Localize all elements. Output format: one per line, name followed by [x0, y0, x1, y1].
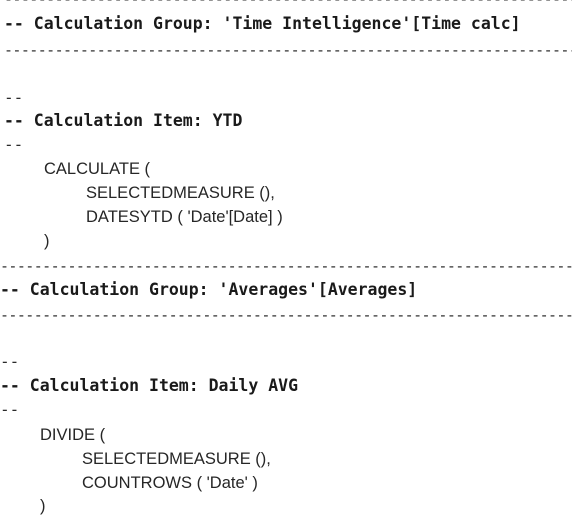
comment-line: -- — [4, 135, 24, 154]
code-line: DATESYTD ( 'Date'[Date] ) — [86, 208, 283, 226]
code-line: SELECTEDMEASURE (), — [86, 184, 275, 202]
code-line: ) — [44, 232, 50, 250]
separator-line: ----------------------------------------… — [0, 306, 572, 324]
code-line: DIVIDE ( — [40, 426, 106, 444]
comment-line: -- — [0, 352, 20, 371]
separator-line: ----------------------------------------… — [0, 257, 572, 275]
code-line: SELECTEDMEASURE (), — [82, 450, 271, 468]
separator-line: ----------------------------------------… — [4, 0, 572, 11]
code-listing: ----------------------------------------… — [0, 0, 572, 515]
calculation-item-header: -- Calculation Item: YTD — [4, 111, 243, 130]
calculation-item-header: -- Calculation Item: Daily AVG — [0, 376, 299, 395]
code-line: COUNTROWS ( 'Date' ) — [82, 474, 258, 492]
separator-line: ----------------------------------------… — [4, 41, 572, 59]
comment-line: -- — [0, 400, 20, 419]
calculation-group-header: -- Calculation Group: 'Averages'[Average… — [0, 280, 418, 299]
code-line: ) — [40, 497, 46, 515]
code-line: CALCULATE ( — [44, 160, 151, 178]
comment-line: -- — [4, 88, 24, 107]
calculation-group-header: -- Calculation Group: 'Time Intelligence… — [4, 14, 521, 33]
